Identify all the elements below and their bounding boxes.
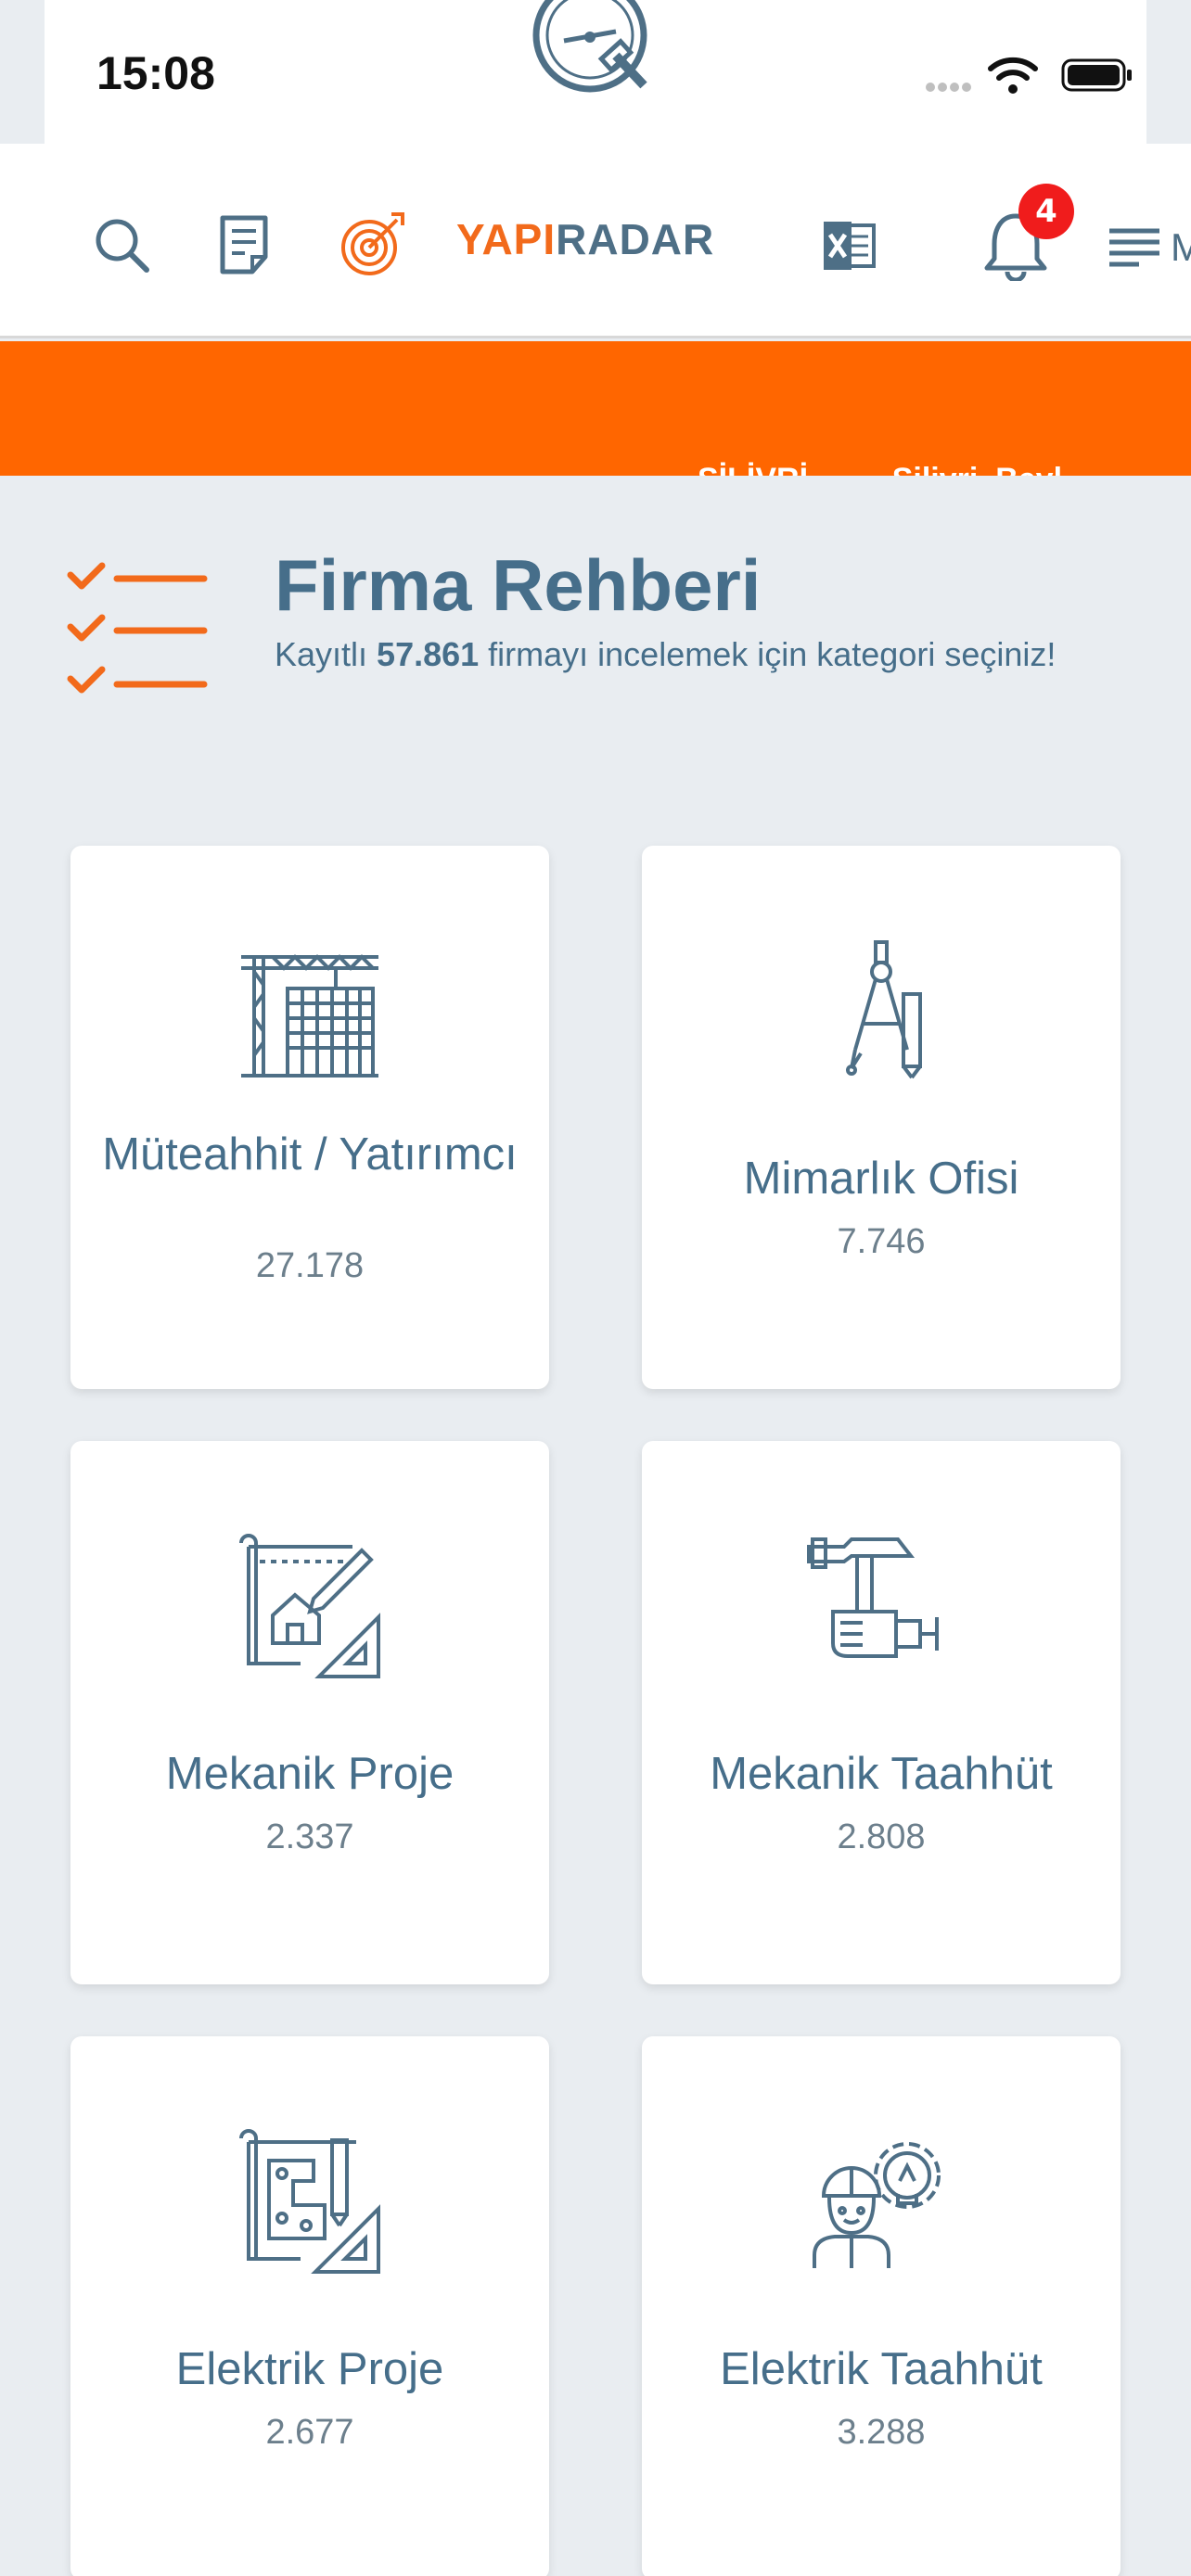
firm-total-count: 57.861 [377, 635, 480, 673]
excel-icon[interactable] [822, 218, 877, 274]
category-card-mekanik-proje[interactable]: Mekanik Proje 2.337 [70, 1441, 549, 1984]
category-count: 2.677 [265, 2413, 354, 2452]
category-card-mimarlik[interactable]: Mimarlık Ofisi 7.746 [642, 846, 1121, 1389]
hammer-hand-icon [807, 1537, 939, 1658]
menu-icon[interactable] [1108, 225, 1161, 268]
category-count: 2.337 [265, 1817, 354, 1856]
category-count: 3.288 [837, 2413, 926, 2452]
category-card-muteahhit[interactable]: Müteahhit / Yatırımcı 27.178 [70, 846, 549, 1389]
category-card-elektrik-taahhut[interactable]: Elektrik Taahhüt 3.288 [642, 2036, 1121, 2576]
battery-icon [1061, 58, 1132, 92]
category-count: 27.178 [255, 1246, 365, 1285]
news-ticker[interactable]: SİLİVRİ ... → Silivri, Beyl [0, 341, 1191, 476]
category-count: 7.746 [837, 1222, 926, 1261]
signal-icon [926, 78, 974, 96]
category-count: 2.808 [837, 1817, 926, 1856]
wifi-icon [988, 57, 1038, 94]
menu-label[interactable]: M [1171, 225, 1191, 270]
top-navbar: YAPIRADAR M [0, 144, 1191, 338]
blueprint-plan-icon [239, 2129, 380, 2274]
compass-icon [846, 940, 922, 1079]
category-card-elektrik-proje[interactable]: Elektrik Proje 2.677 [70, 2036, 549, 2576]
checklist-icon [67, 562, 208, 694]
status-time: 15:08 [96, 47, 215, 99]
category-name: Müteahhit / Yatırımcı [102, 1129, 518, 1180]
radar-logo-icon [532, 0, 647, 93]
blueprint-house-icon [239, 1534, 380, 1678]
target-icon[interactable] [339, 210, 406, 277]
search-icon[interactable] [93, 216, 152, 275]
category-name: Mimarlık Ofisi [743, 1154, 1019, 1204]
engineer-bulb-icon [813, 2142, 941, 2268]
ticker-text: SİLİVRİ ... → Silivri, Beyl [698, 462, 1062, 476]
notification-badge: 4 [1018, 184, 1074, 239]
category-card-mekanik-taahhut[interactable]: Mekanik Taahhüt 2.808 [642, 1441, 1121, 1984]
page-title: Firma Rehberi [275, 544, 762, 626]
brand-logo[interactable]: YAPIRADAR [456, 214, 714, 264]
crane-building-icon [241, 954, 378, 1078]
category-name: Elektrik Taahhüt [720, 2344, 1043, 2394]
category-name: Mekanik Proje [165, 1749, 455, 1799]
category-name: Elektrik Proje [175, 2344, 444, 2394]
page-subtitle: Kayıtlı 57.861 firmayı incelemek için ka… [275, 635, 1057, 673]
status-bar: 15:08 [45, 0, 1146, 144]
category-name: Mekanik Taahhüt [710, 1749, 1053, 1799]
document-icon[interactable] [219, 214, 276, 275]
